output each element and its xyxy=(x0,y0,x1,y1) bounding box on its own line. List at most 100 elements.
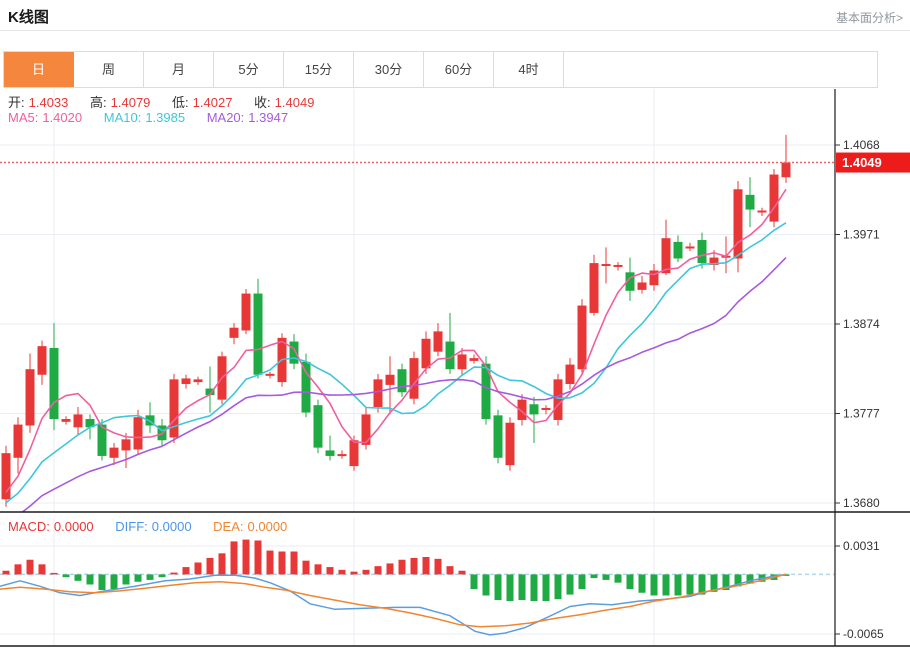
macd-bar xyxy=(39,564,46,574)
macd-bar xyxy=(687,574,694,594)
candle-body xyxy=(50,348,59,419)
candle-body xyxy=(290,342,299,364)
low-label: 低: xyxy=(172,95,189,110)
candle-body xyxy=(746,195,755,210)
macd-bar xyxy=(375,566,382,574)
macd-bar xyxy=(351,572,358,575)
open-value: 1.4033 xyxy=(29,95,69,110)
macd-bar xyxy=(471,574,478,589)
open-label: 开: xyxy=(8,95,25,110)
axis-tick-label: -0.0065 xyxy=(843,627,884,641)
candle-body xyxy=(314,405,323,447)
macd-bar xyxy=(435,559,442,575)
candle-body xyxy=(530,404,539,414)
candle-body xyxy=(26,369,35,425)
macd-bar xyxy=(639,574,646,592)
axis-tick-label: 1.3680 xyxy=(843,496,880,510)
candle-body xyxy=(458,354,467,369)
axis-tick-label: 1.3874 xyxy=(843,317,880,331)
diff-value: 0.0000 xyxy=(152,519,192,534)
macd-bar xyxy=(87,574,94,584)
macd-bar xyxy=(495,574,502,600)
macd-bar xyxy=(543,574,550,601)
candle-body xyxy=(410,358,419,399)
macd-bar xyxy=(207,558,214,575)
ma20-line xyxy=(6,258,786,523)
axis-tick-label: 1.3777 xyxy=(843,407,880,421)
macd-bar xyxy=(63,574,70,577)
macd-bar xyxy=(75,574,82,580)
candle-body xyxy=(422,339,431,369)
candle-body xyxy=(38,346,47,375)
candle-body xyxy=(170,379,179,437)
macd-bar xyxy=(111,574,118,589)
candle-body xyxy=(254,294,263,375)
axis-tick-label: 1.4068 xyxy=(843,138,880,152)
macd-histogram xyxy=(3,540,790,601)
candle-body xyxy=(578,306,587,370)
macd-label: MACD: xyxy=(8,519,50,534)
close-value: 1.4049 xyxy=(275,95,315,110)
candle-body xyxy=(638,282,647,289)
ohlc-legend: 开:1.4033 高:1.4079 低:1.4027 收:1.4049 xyxy=(8,92,318,111)
macd-bar xyxy=(171,573,178,575)
diff-label: DIFF: xyxy=(115,519,148,534)
candle-body xyxy=(362,414,371,444)
candle-body xyxy=(686,246,695,248)
macd-bar xyxy=(159,574,166,577)
macd-bar xyxy=(195,563,202,575)
macd-bar xyxy=(555,574,562,599)
macd-bar xyxy=(243,540,250,575)
low-value: 1.4027 xyxy=(193,95,233,110)
ma10-label: MA10: xyxy=(104,110,142,125)
macd-bar xyxy=(579,574,586,589)
candle-body xyxy=(230,328,239,338)
macd-bar xyxy=(447,566,454,574)
candle-body xyxy=(602,264,611,266)
candle-body xyxy=(326,450,335,456)
macd-bar xyxy=(363,570,370,575)
axis-tick-label: 0.0031 xyxy=(843,539,880,553)
macd-bar xyxy=(459,571,466,575)
ma20-value: 1.3947 xyxy=(248,110,288,125)
candle-body xyxy=(62,419,71,422)
candle-body xyxy=(758,211,767,213)
macd-bar xyxy=(615,574,622,582)
candle-body xyxy=(698,240,707,263)
macd-bar xyxy=(483,574,490,595)
candle-body xyxy=(14,425,23,458)
macd-legend: MACD: 0.0000 DIFF: 0.0000 DEA: 0.0000 xyxy=(8,519,291,534)
macd-bar xyxy=(411,558,418,575)
macd-bar xyxy=(651,574,658,595)
candle-body xyxy=(470,358,479,361)
current-price-tag-label: 1.4049 xyxy=(842,155,882,170)
macd-bar xyxy=(387,563,394,574)
close-label: 收: xyxy=(254,95,271,110)
macd-bar xyxy=(15,564,22,574)
dea-value: 0.0000 xyxy=(248,519,288,534)
candle-body xyxy=(350,440,359,466)
macd-bar xyxy=(99,574,106,590)
axis-tick-label: 1.3971 xyxy=(843,228,880,242)
macd-bar xyxy=(3,571,10,575)
candle-body xyxy=(506,423,515,465)
candle-body xyxy=(122,439,131,450)
candle-body xyxy=(302,362,311,413)
ma20-label: MA20: xyxy=(207,110,245,125)
macd-bar xyxy=(255,541,262,575)
dea-label: DEA: xyxy=(213,519,243,534)
macd-bar xyxy=(147,574,154,580)
macd-bar xyxy=(135,574,142,581)
macd-bar xyxy=(51,573,58,575)
macd-bar xyxy=(183,567,190,574)
candle-body xyxy=(614,265,623,267)
high-value: 1.4079 xyxy=(111,95,151,110)
candle-body xyxy=(566,365,575,384)
macd-value: 0.0000 xyxy=(54,519,94,534)
macd-bar xyxy=(303,561,310,575)
ma5-value: 1.4020 xyxy=(42,110,82,125)
candle-body xyxy=(734,189,743,258)
macd-bar xyxy=(675,574,682,595)
macd-bar xyxy=(519,574,526,600)
macd-bar xyxy=(627,574,634,589)
